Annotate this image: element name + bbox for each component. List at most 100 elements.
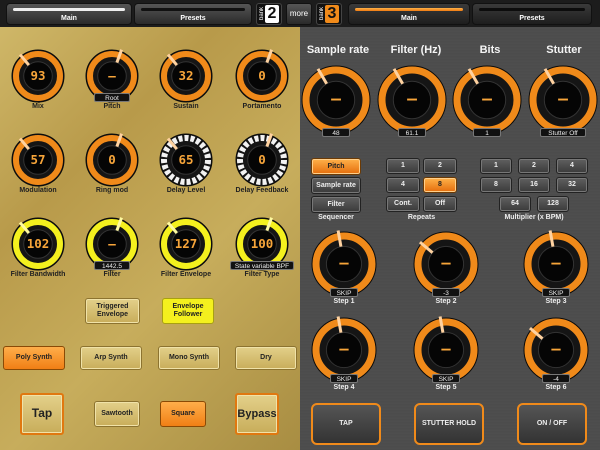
knob-value-display: — — [441, 339, 451, 358]
knob-label: Delay Feedback — [235, 187, 289, 194]
knob-sub-value: Stutter Off — [540, 128, 586, 137]
repeats-8-button[interactable]: 8 — [423, 177, 457, 193]
tap-button[interactable]: Tap — [20, 393, 64, 435]
knob-label: Filter Bandwidth — [10, 271, 66, 278]
knob-sub-value: 1 — [473, 128, 501, 137]
tab-label: Main — [401, 15, 417, 22]
knob-sub-value: State variable BPF — [230, 261, 294, 270]
square-button[interactable]: Square — [160, 401, 206, 427]
multiplier-8-button[interactable]: 8 — [480, 177, 512, 193]
bank-number: 2 — [265, 5, 279, 23]
bank-number: 3 — [325, 5, 339, 23]
repeats-off-button[interactable]: Off — [423, 196, 457, 212]
knob-value-display: 93 — [30, 67, 46, 83]
knob-value-display: 127 — [174, 235, 198, 251]
step-label: Step 2 — [435, 298, 457, 305]
multiplier-4-button[interactable]: 4 — [556, 158, 588, 174]
multiplier-16-button[interactable]: 16 — [518, 177, 550, 193]
tab-main-right[interactable]: Main — [348, 3, 470, 25]
knob-sub-value: Root — [94, 93, 130, 102]
stutter-title: Stutter — [546, 44, 582, 56]
bank-selector-left[interactable]: bank 2 — [256, 3, 282, 25]
knob-label: Mix — [32, 103, 44, 110]
top-bar: Main Presets bank 2 more bank 3 Main Prese… — [0, 0, 600, 27]
step-label: Step 1 — [333, 298, 355, 305]
knob-value-display: 0 — [258, 151, 266, 167]
step-label: Step 4 — [333, 384, 355, 391]
step-label: Step 5 — [435, 384, 457, 391]
tab-presets-right[interactable]: Presets — [472, 3, 592, 25]
bypass-button[interactable]: Bypass — [235, 393, 279, 435]
knob-value-display: 0 — [108, 151, 116, 167]
knob-sub-value: 61.1 — [398, 128, 426, 137]
knob-label: Modulation — [19, 187, 57, 194]
on-off-button[interactable]: ON / OFF — [517, 403, 587, 445]
knob-value-display: 0 — [258, 67, 266, 83]
knob-label: Delay Level — [166, 187, 206, 194]
multiplier-64-button[interactable]: 64 — [499, 196, 531, 212]
bank-selector-right[interactable]: bank 3 — [316, 3, 342, 25]
sawtooth-button[interactable]: Sawtooth — [94, 401, 140, 427]
knob-value-display: 100 — [250, 235, 274, 251]
multiplier-32-button[interactable]: 32 — [556, 177, 588, 193]
tap-right-button[interactable]: TAP — [311, 403, 381, 445]
tab-label: Presets — [180, 15, 206, 22]
sequencer-label: Sequencer — [318, 214, 354, 221]
repeats-4-button[interactable]: 4 — [386, 177, 420, 193]
multiplier-1-button[interactable]: 1 — [480, 158, 512, 174]
knob-sub-value: 1442.5 — [94, 261, 130, 270]
tab-presets-left[interactable]: Presets — [134, 3, 252, 25]
knob-sub-value: 48 — [322, 128, 350, 137]
poly-synth-button[interactable]: Poly Synth — [3, 346, 65, 370]
multiplier-label: Multiplier (x BPM) — [504, 214, 564, 221]
step-value: -4 — [542, 374, 570, 383]
step-value: SKIP — [542, 288, 570, 297]
sequencer-filter-button[interactable]: Filter — [311, 196, 361, 213]
knob-value-display: — — [331, 89, 341, 109]
dry-button[interactable]: Dry — [235, 346, 297, 370]
sequencer-sample-rate-button[interactable]: Sample rate — [311, 177, 361, 194]
multiplier-2-button[interactable]: 2 — [518, 158, 550, 174]
knob-value-display: — — [108, 235, 116, 251]
step-value: -3 — [432, 288, 460, 297]
arp-synth-button[interactable]: Arp Synth — [80, 346, 142, 370]
knob-label: Sustain — [173, 103, 199, 110]
knob-value-display: — — [339, 339, 349, 358]
knob-label: Filter Envelope — [160, 271, 212, 278]
step-label: Step 3 — [545, 298, 567, 305]
step-value: SKIP — [432, 374, 460, 383]
knob-label: Portamento — [242, 103, 282, 110]
knob-value-display: 102 — [26, 235, 50, 251]
repeats-1-button[interactable]: 1 — [386, 158, 420, 174]
knob-label: Ring mod — [95, 187, 129, 194]
knob-value-display: — — [339, 253, 349, 272]
mono-synth-button[interactable]: Mono Synth — [158, 346, 220, 370]
knob-value-display: — — [108, 67, 116, 83]
knob-label: Filter Type — [244, 271, 280, 278]
tab-label: Main — [61, 15, 77, 22]
envelope-follower-button[interactable]: Envelope Follower — [162, 298, 214, 324]
more-button[interactable]: more — [286, 3, 312, 25]
repeats-2-button[interactable]: 2 — [423, 158, 457, 174]
knob-value-display: 32 — [178, 67, 194, 83]
sample-rate-title: Sample rate — [306, 44, 370, 56]
knob-value-display: — — [551, 339, 561, 358]
knob-value-display: — — [441, 253, 451, 272]
step-value: SKIP — [330, 288, 358, 297]
triggered-envelope-button[interactable]: Triggered Envelope — [85, 298, 140, 324]
knob-value-display: — — [551, 253, 561, 272]
knob-value-display: 57 — [30, 151, 46, 167]
multiplier-128-button[interactable]: 128 — [537, 196, 569, 212]
knob-label: Pitch — [103, 103, 121, 110]
stutter-hold-button[interactable]: STUTTER HOLD — [414, 403, 484, 445]
knob-value-display: — — [407, 89, 417, 109]
step-label: Step 6 — [545, 384, 567, 391]
sequencer-pitch-button[interactable]: Pitch — [311, 158, 361, 175]
tab-label: Presets — [519, 15, 545, 22]
repeats-label: Repeats — [407, 214, 436, 221]
tab-main-left[interactable]: Main — [6, 3, 132, 25]
repeats-cont-button[interactable]: Cont. — [386, 196, 420, 212]
bits-title: Bits — [479, 44, 501, 56]
step-value: SKIP — [330, 374, 358, 383]
knob-value-display: 65 — [178, 151, 194, 167]
